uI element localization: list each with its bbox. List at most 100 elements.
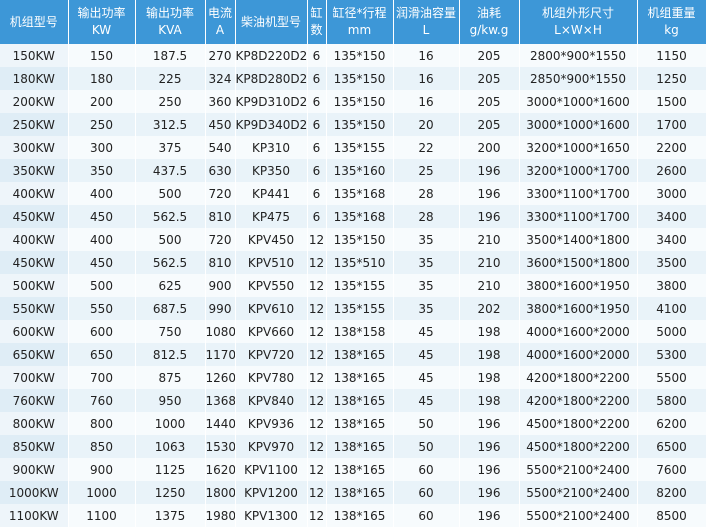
table-cell: 2850*900*1550: [519, 67, 638, 90]
table-cell: 5500*2100*2400: [519, 458, 638, 481]
table-cell: 135*150: [326, 67, 394, 90]
table-cell: 3400: [637, 228, 706, 251]
table-cell: 1000: [68, 481, 136, 504]
table-cell: 312.5: [135, 113, 206, 136]
column-header-unit: 数: [310, 23, 323, 37]
table-cell: 12: [307, 458, 327, 481]
table-cell: 4000*1600*2000: [519, 343, 638, 366]
table-cell: 210: [459, 228, 520, 251]
table-cell: 270: [205, 44, 236, 67]
table-cell: 45: [393, 320, 460, 343]
table-cell: 12: [307, 481, 327, 504]
table-cell: KPV550: [235, 274, 308, 297]
table-cell: 210: [459, 251, 520, 274]
table-cell: 562.5: [135, 205, 206, 228]
table-row: 400KW 400 500 720 KP441 6 135*168 28 196 3300*110…: [0, 182, 706, 205]
table-cell: KP441: [235, 182, 308, 205]
table-cell: 1150: [637, 44, 706, 67]
table-cell: 22: [393, 136, 460, 159]
column-header: 输出功率 KW: [68, 0, 136, 44]
table-cell: 650KW: [0, 343, 69, 366]
column-header-title: 电流: [207, 6, 232, 20]
table-cell: 875: [135, 366, 206, 389]
table-cell: 500: [135, 182, 206, 205]
table-cell: 12: [307, 435, 327, 458]
table-cell: 12: [307, 274, 327, 297]
table-cell: 3200*1000*1650: [519, 136, 638, 159]
table-cell: 138*165: [326, 366, 394, 389]
table-cell: 3000*1000*1600: [519, 113, 638, 136]
table-cell: 135*155: [326, 297, 394, 320]
table-cell: 6: [307, 90, 327, 113]
table-cell: 138*165: [326, 481, 394, 504]
table-cell: 750: [135, 320, 206, 343]
table-cell: 135*168: [326, 182, 394, 205]
table-cell: 8500: [637, 504, 706, 527]
table-row: 900KW 900 1125 1620 KPV1100 12 138*165 60 196 550…: [0, 458, 706, 481]
table-cell: 3400: [637, 205, 706, 228]
table-cell: 6: [307, 205, 327, 228]
table-cell: 5500*2100*2400: [519, 504, 638, 527]
table-cell: 205: [459, 67, 520, 90]
table-row: 450KW 450 562.5 810 KP475 6 135*168 28 196 3300*1…: [0, 205, 706, 228]
column-header: 缸径*行程 mm: [326, 0, 394, 44]
column-header-unit: A: [215, 23, 225, 37]
table-row: 250KW 250 312.5 450 KP9D340D2 6 135*150 20 205 30…: [0, 113, 706, 136]
table-cell: 400KW: [0, 228, 69, 251]
table-cell: 1063: [135, 435, 206, 458]
table-cell: 1250: [135, 481, 206, 504]
table-cell: 20: [393, 113, 460, 136]
table-cell: 450: [68, 205, 136, 228]
table-cell: 720: [205, 228, 236, 251]
table-cell: 4100: [637, 297, 706, 320]
table-cell: 800KW: [0, 412, 69, 435]
table-cell: 138*158: [326, 320, 394, 343]
table-cell: 810: [205, 205, 236, 228]
table-cell: 12: [307, 228, 327, 251]
table-cell: 196: [459, 504, 520, 527]
table-cell: 1250: [637, 67, 706, 90]
table-cell: 650: [68, 343, 136, 366]
column-header: 输出功率 KVA: [135, 0, 206, 44]
column-header: 机组重量 kg: [637, 0, 706, 44]
column-header: 润滑油容量 L: [393, 0, 460, 44]
table-cell: 3600*1500*1800: [519, 251, 638, 274]
table-cell: 210: [459, 274, 520, 297]
table-cell: 4500*1800*2200: [519, 412, 638, 435]
table-cell: 135*150: [326, 44, 394, 67]
table-cell: 250KW: [0, 113, 69, 136]
table-cell: 12: [307, 504, 327, 527]
table-cell: 5500*2100*2400: [519, 481, 638, 504]
table-cell: 135*150: [326, 113, 394, 136]
table-cell: 135*510: [326, 251, 394, 274]
table-cell: KPV936: [235, 412, 308, 435]
table-cell: 6500: [637, 435, 706, 458]
table-cell: 437.5: [135, 159, 206, 182]
table-cell: KPV970: [235, 435, 308, 458]
table-cell: 205: [459, 113, 520, 136]
table-cell: 138*165: [326, 458, 394, 481]
table-row: 850KW 850 1063 1530 KPV970 12 138*165 50 196 4500…: [0, 435, 706, 458]
table-cell: 196: [459, 412, 520, 435]
table-cell: 138*165: [326, 435, 394, 458]
column-header-unit: KW: [91, 23, 112, 37]
generator-spec-table: 机组型号 输出功率 KW 输出功率 KVA 电流 A 柴油机型号缸数缸径*行程 mm 润滑油容量 L…: [0, 0, 706, 527]
table-cell: 6: [307, 159, 327, 182]
table-cell: 150KW: [0, 44, 69, 67]
table-cell: 60: [393, 504, 460, 527]
table-cell: 12: [307, 412, 327, 435]
table-cell: 6: [307, 67, 327, 90]
table-cell: 1000KW: [0, 481, 69, 504]
table-cell: 6: [307, 113, 327, 136]
table-cell: 60: [393, 481, 460, 504]
column-header-unit: kg: [664, 23, 679, 37]
table-cell: 5800: [637, 389, 706, 412]
table-cell: 200KW: [0, 90, 69, 113]
table-cell: 3000: [637, 182, 706, 205]
table-cell: 138*165: [326, 504, 394, 527]
table-cell: 350: [68, 159, 136, 182]
table-cell: 450KW: [0, 251, 69, 274]
column-header-title: 机组型号: [9, 14, 58, 29]
table-cell: 1700: [637, 113, 706, 136]
table-cell: 720: [205, 182, 236, 205]
